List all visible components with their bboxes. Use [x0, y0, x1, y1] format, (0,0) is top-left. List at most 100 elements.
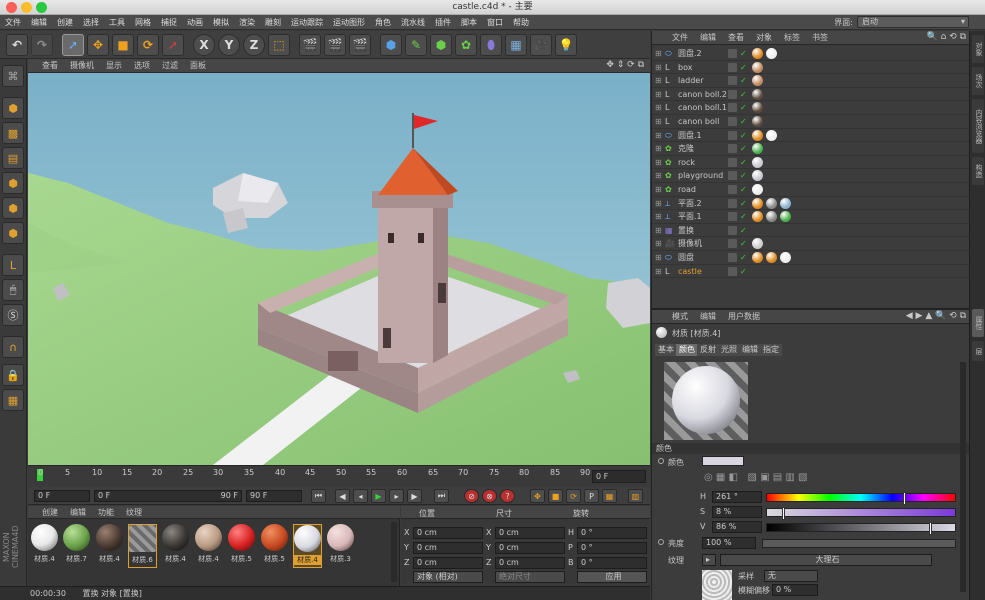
object-row[interactable]: ⊞ ⬭ 圆盘.1 ✓ [652, 129, 970, 143]
menu-select[interactable]: 选择 [78, 15, 104, 30]
timeline-ruler[interactable]: 0 5 10 15 20 25 30 35 40 45 50 55 60 65 … [28, 465, 650, 487]
material-tag-icon[interactable] [752, 184, 763, 195]
object-row[interactable]: ⊞ ⟂ 平面.2 ✓ [652, 197, 970, 211]
coordinate-system-button[interactable]: ⬚ [268, 34, 290, 56]
axis-mode-button[interactable]: L [2, 254, 24, 276]
spline-pen-button[interactable]: ✎ [405, 34, 427, 56]
object-row[interactable]: ⊞ Lcanon boll.2 ✓ [652, 88, 970, 102]
color-picker-mode-icons[interactable]: ◎ ▦ ◧ ▧ ▣ ▤ ▥ ▧ [704, 472, 807, 483]
visibility-toggle[interactable] [728, 89, 737, 99]
material-tag-icon[interactable] [752, 170, 763, 182]
expand-icon[interactable]: ⊞ [655, 47, 662, 60]
record-keys-button[interactable]: ⊘ [464, 489, 479, 503]
checkmark-icon[interactable]: ✓ [740, 88, 747, 101]
object-row[interactable]: ⊞ Lbox ✓ [652, 61, 970, 75]
camera-button[interactable]: 🎥 [530, 34, 552, 56]
x-axis-button[interactable]: X [193, 34, 215, 56]
expand-icon[interactable]: ⊞ [655, 224, 662, 237]
object-menu-view[interactable]: 查看 [722, 31, 750, 45]
workplane-mode-button[interactable]: ▤ [2, 147, 24, 169]
object-row[interactable]: ⊞ Lcanon boll.1 ✓ [652, 101, 970, 115]
menu-simulate[interactable]: 模拟 [208, 15, 234, 30]
visibility-toggle[interactable] [728, 117, 737, 126]
menu-render[interactable]: 渲染 [234, 15, 260, 30]
scale-tool-button[interactable]: ■ [112, 34, 134, 56]
material-swatch[interactable]: 材质.4 [30, 524, 59, 568]
next-frame-button[interactable]: ▸ [389, 489, 404, 503]
side-tab-objects[interactable]: 对象 [972, 35, 984, 63]
recent-tool-button[interactable]: ➚ [162, 34, 184, 56]
material-tag-icon[interactable] [752, 116, 763, 127]
expand-icon[interactable]: ⊞ [655, 115, 662, 128]
side-tab-takes[interactable]: 场次 [972, 67, 984, 95]
tab-editor[interactable]: 编辑 [739, 344, 761, 356]
current-frame-field[interactable]: 0 F [592, 470, 646, 483]
keyframe-selection-button[interactable]: ? [500, 489, 515, 503]
render-picture-viewer-button[interactable]: 🎬 [324, 34, 346, 56]
menu-plugins[interactable]: 插件 [430, 15, 456, 30]
object-menu-objects[interactable]: 对象 [750, 31, 778, 45]
attribute-scrollbar[interactable] [960, 362, 966, 592]
object-menu-edit[interactable]: 编辑 [694, 31, 722, 45]
material-swatch[interactable]: 材质.5 [227, 524, 256, 568]
z-axis-button[interactable]: Z [243, 34, 265, 56]
checkmark-icon[interactable]: ✓ [740, 142, 747, 155]
viewport-menu-options[interactable]: 选项 [128, 59, 156, 73]
object-row[interactable]: ⊞ Lcanon boll ✓ [652, 115, 970, 129]
object-menu-file[interactable]: 文件 [666, 31, 694, 45]
radio-dot-icon[interactable] [658, 539, 664, 545]
expand-icon[interactable]: ⊞ [655, 101, 662, 114]
tab-assign[interactable]: 指定 [760, 344, 782, 356]
solo-button[interactable]: Ⓢ [2, 304, 24, 326]
object-row[interactable]: ⊞ 🎥 摄像机 ✓ [652, 237, 970, 251]
material-swatch[interactable]: 材质.6 [128, 524, 157, 568]
material-tag-icon[interactable] [752, 61, 763, 73]
material-swatch[interactable]: 材质.3 [326, 524, 355, 568]
expand-icon[interactable]: ⊞ [655, 251, 662, 264]
expand-icon[interactable]: ⊞ [655, 88, 662, 101]
position-y-field[interactable]: 0 cm [413, 542, 483, 554]
visibility-toggle[interactable] [728, 171, 737, 181]
visibility-toggle[interactable] [728, 62, 737, 72]
material-tag-icon[interactable] [780, 197, 791, 209]
material-swatch[interactable]: 材质.7 [62, 524, 91, 568]
saturation-slider-handle[interactable] [782, 507, 785, 520]
undo-button[interactable]: ↶ [6, 34, 28, 56]
material-tag-icon[interactable] [752, 197, 763, 209]
expand-icon[interactable]: ⊞ [655, 237, 662, 250]
light-button[interactable]: 💡 [555, 34, 577, 56]
viewport-menu-panel[interactable]: 面板 [184, 59, 212, 73]
visibility-toggle[interactable] [728, 225, 737, 235]
visibility-toggle[interactable] [728, 103, 737, 113]
visibility-toggle[interactable] [728, 198, 737, 208]
tab-basic[interactable]: 基本 [655, 344, 677, 356]
object-menu-bookmarks[interactable]: 书签 [806, 31, 834, 45]
material-tag-icon[interactable] [766, 129, 777, 141]
texture-shader-button[interactable]: 大理石 [720, 554, 932, 566]
material-tag-icon[interactable] [752, 102, 763, 114]
material-swatch[interactable]: 材质.4 [161, 524, 190, 568]
close-window-button[interactable] [6, 2, 17, 13]
make-editable-button[interactable]: ⌘ [2, 65, 24, 87]
saturation-field[interactable]: 8 % [712, 506, 762, 518]
size-y-field[interactable]: 0 cm [495, 542, 565, 554]
color-swatch[interactable] [702, 456, 744, 466]
material-menu-create[interactable]: 创建 [36, 506, 64, 520]
material-tag-icon[interactable] [780, 211, 791, 223]
end-frame-field[interactable]: 90 F [246, 490, 302, 502]
material-tag-icon[interactable] [766, 252, 777, 263]
menu-mograph[interactable]: 运动图形 [328, 15, 370, 30]
size-x-field[interactable]: 0 cm [495, 527, 565, 539]
material-tag-icon[interactable] [752, 211, 763, 223]
rotation-h-field[interactable]: 0 ° [577, 527, 647, 539]
menu-motion-tracking[interactable]: 运动跟踪 [286, 15, 328, 30]
object-row[interactable]: ⊞ ✿ rock ✓ [652, 156, 970, 170]
expand-icon[interactable]: ⊞ [655, 197, 662, 210]
checkmark-icon[interactable]: ✓ [740, 101, 747, 114]
key-rotation-button[interactable]: ⟳ [566, 489, 581, 503]
menu-pipeline[interactable]: 流水线 [396, 15, 430, 30]
key-parameter-button[interactable]: P [584, 489, 599, 503]
redo-button[interactable]: ↷ [31, 34, 53, 56]
viewport-menu-filter[interactable]: 过滤 [156, 59, 184, 73]
viewport-menu-display[interactable]: 显示 [100, 59, 128, 73]
